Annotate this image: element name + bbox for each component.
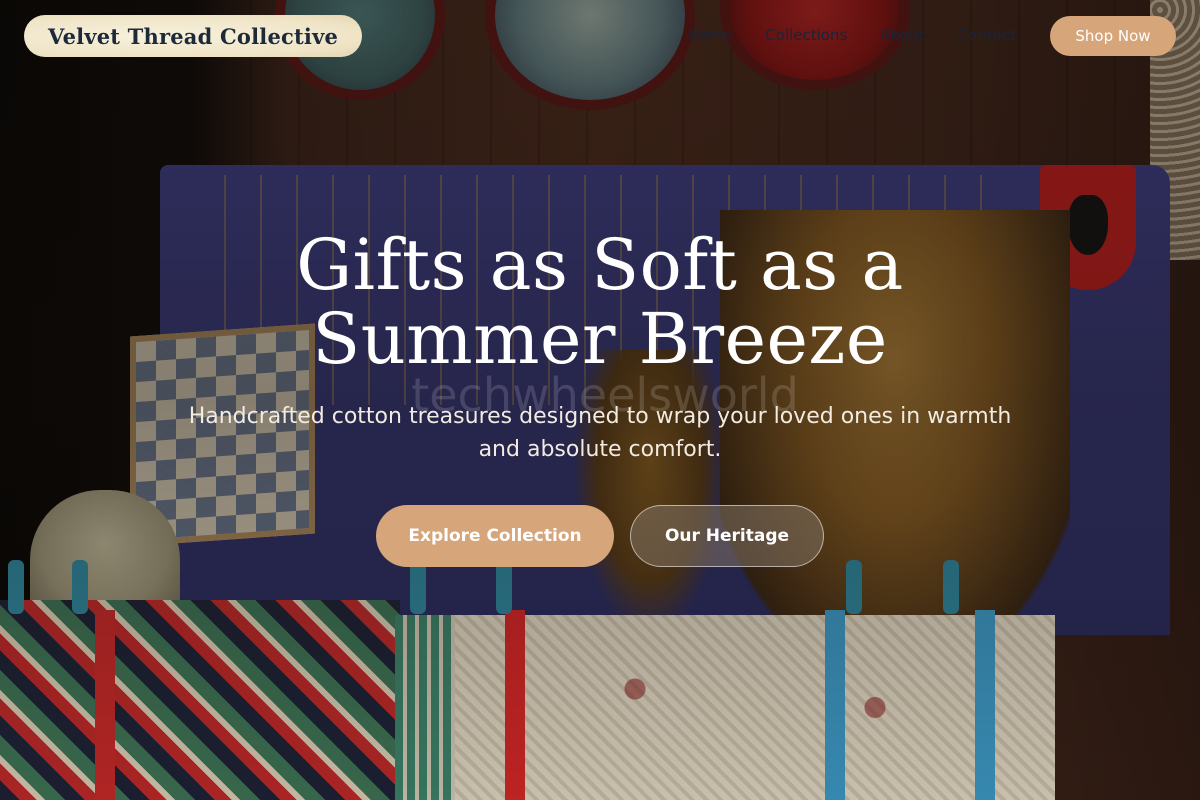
- brand-name: Velvet Thread Collective: [48, 23, 339, 49]
- nav-item-collections[interactable]: Collections: [765, 26, 847, 44]
- explore-collection-label: Explore Collection: [408, 526, 582, 546]
- shop-now-button[interactable]: Shop Now: [1050, 16, 1176, 56]
- shop-now-label: Shop Now: [1075, 27, 1151, 45]
- our-heritage-label: Our Heritage: [664, 526, 790, 546]
- nav-item-about[interactable]: About: [880, 26, 924, 44]
- main-nav: Home Collections About Contact: [688, 26, 1016, 44]
- hero-title: Gifts as Soft as a Summer Breeze: [296, 224, 904, 380]
- hero-subtitle: Handcrafted cotton treasures designed to…: [188, 404, 1012, 462]
- brand-logo[interactable]: Velvet Thread Collective: [24, 15, 363, 57]
- explore-collection-button[interactable]: Explore Collection: [376, 505, 614, 567]
- nav-item-contact[interactable]: Contact: [958, 26, 1016, 44]
- nav-item-home[interactable]: Home: [688, 26, 732, 44]
- our-heritage-button[interactable]: Our Heritage: [630, 505, 824, 567]
